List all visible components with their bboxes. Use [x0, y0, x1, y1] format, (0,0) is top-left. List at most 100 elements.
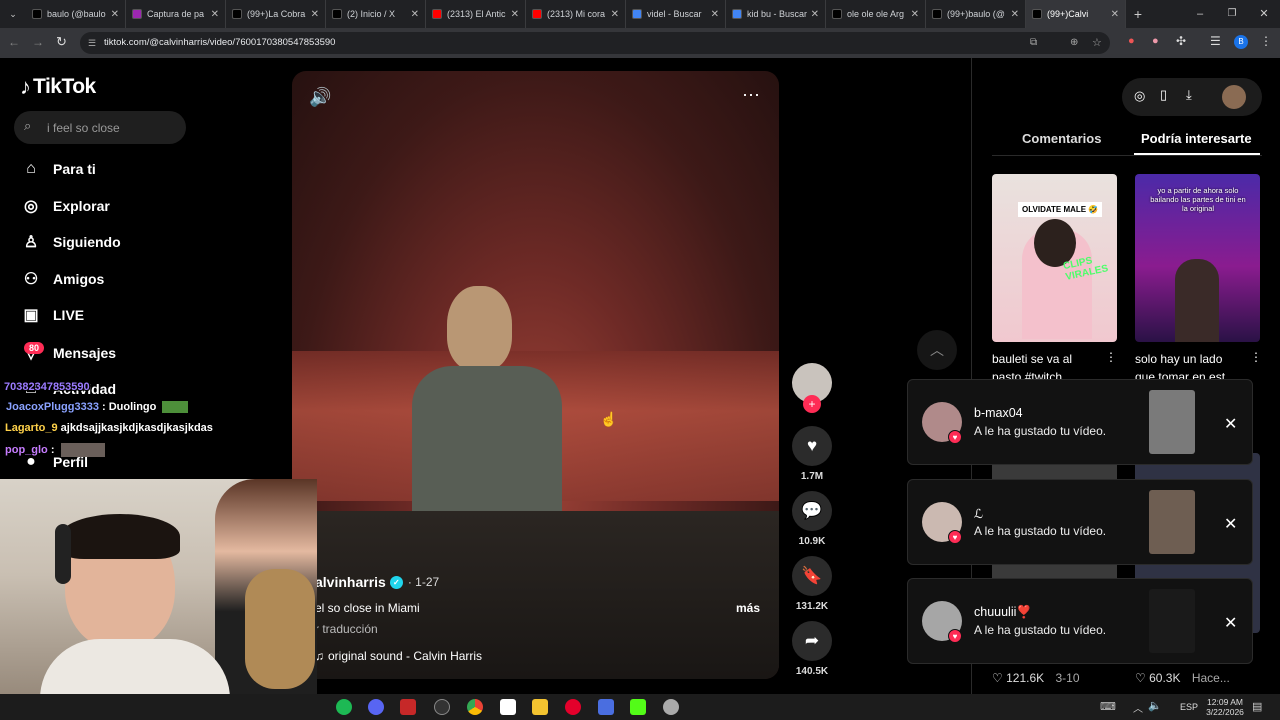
opera-icon[interactable] — [565, 699, 581, 715]
new-tab-button[interactable]: + — [1126, 0, 1150, 28]
nav-item-amigos[interactable]: ⚇ Amigos — [20, 268, 105, 290]
browser-tab[interactable]: (99+)Calvi ✕ — [1026, 0, 1126, 28]
nav-item-live[interactable]: ▣ LIVE — [20, 304, 84, 326]
tab-might-interest[interactable]: Podría interesarte — [1141, 131, 1252, 146]
tab-comments[interactable]: Comentarios — [1022, 131, 1101, 146]
recommended-video-2[interactable]: yo a partir de ahora solo bailando las p… — [1135, 174, 1260, 342]
close-icon[interactable]: ✕ — [1224, 414, 1237, 434]
obs-studio-icon[interactable] — [434, 699, 450, 715]
download-icon[interactable]: ⤓ — [1186, 87, 1192, 103]
tab-title: (2313) El Antic — [447, 9, 506, 19]
heart-outline-icon: ♡ — [1135, 671, 1146, 685]
search-input[interactable]: i feel so close — [47, 121, 120, 135]
discord-icon[interactable] — [368, 699, 384, 715]
like-button[interactable]: ♥ — [792, 426, 832, 466]
url-field[interactable]: ☰ tiktok.com/@calvinharris/video/7600170… — [80, 32, 1110, 54]
caption-more-link[interactable]: más — [736, 601, 760, 615]
like-notification[interactable]: ♥ b-max04 A le ha gustado tu vídeo. ✕ — [907, 379, 1253, 465]
tab-close-icon[interactable]: ✕ — [411, 9, 419, 20]
minimize-button[interactable]: – — [1184, 0, 1216, 28]
tab-close-icon[interactable]: ✕ — [711, 9, 719, 20]
obs-icon[interactable] — [400, 699, 416, 715]
app-icon-2[interactable] — [598, 699, 614, 715]
phone-icon[interactable]: ▯ — [1160, 87, 1167, 103]
close-window-button[interactable]: ✕ — [1248, 0, 1280, 28]
kick-icon[interactable] — [630, 699, 646, 715]
file-explorer-icon[interactable] — [532, 699, 548, 715]
follow-plus-icon[interactable]: + — [803, 395, 821, 413]
browser-tab[interactable]: (99+)La Cobra ✕ — [226, 0, 326, 28]
browser-tab[interactable]: videl - Buscar ✕ — [626, 0, 726, 28]
nav-item-siguiendo[interactable]: ♙ Siguiendo — [20, 231, 121, 253]
clock[interactable]: 12:09 AM 3/22/2026 — [1205, 697, 1245, 717]
browser-tab[interactable]: (2313) Mi cora ✕ — [526, 0, 626, 28]
tab-close-icon[interactable]: ✕ — [511, 9, 519, 20]
browser-menu-icon[interactable]: ⋮ — [1260, 34, 1272, 48]
browser-tab[interactable]: ole ole ole Arg ✕ — [826, 0, 926, 28]
save-button[interactable]: 🔖 — [792, 556, 832, 596]
tab-close-icon[interactable]: ✕ — [1111, 9, 1119, 20]
tab-close-icon[interactable]: ✕ — [611, 9, 619, 20]
reload-icon[interactable]: ↻ — [56, 34, 67, 50]
volume-tray-icon[interactable]: 🔈 — [1148, 699, 1162, 712]
video-player[interactable]: 🔊 ⋯ ☝ alvinharris ✓ · 1-27 el so close i… — [292, 71, 779, 679]
profile-avatar[interactable]: B — [1234, 35, 1248, 49]
tab-close-icon[interactable]: ✕ — [111, 9, 119, 20]
volume-icon[interactable]: 🔊 — [309, 87, 331, 108]
extensions-puzzle-icon[interactable]: ✣ — [1176, 34, 1186, 48]
comment-button[interactable]: 💬 — [792, 491, 832, 531]
more-options-icon[interactable]: ⋯ — [742, 85, 761, 106]
reading-list-icon[interactable]: ☰ — [1210, 34, 1221, 48]
language-indicator[interactable]: ESP — [1180, 702, 1198, 712]
tab-favicon-icon — [632, 9, 642, 19]
tiktok-logo[interactable]: ♪ TikTok — [20, 74, 96, 100]
scroll-up-button[interactable]: ︿ — [917, 330, 957, 370]
tab-close-icon[interactable]: ✕ — [311, 9, 319, 20]
tab-close-icon[interactable]: ✕ — [211, 9, 219, 20]
tab-close-icon[interactable]: ✕ — [1011, 9, 1019, 20]
tray-icon[interactable]: ⌨ — [1100, 700, 1116, 713]
video-options-icon-2[interactable]: ⋮ — [1250, 350, 1262, 364]
recommended-video-1[interactable]: OLVIDATE MALE 🤣 CLIPS VIRALES — [992, 174, 1117, 342]
notification-center-icon[interactable]: ▤ — [1252, 700, 1262, 713]
like-notification[interactable]: ♥ ℒ A le ha gustado tu vídeo. ✕ — [907, 479, 1253, 565]
browser-tab[interactable]: (99+)baulo (@ ✕ — [926, 0, 1026, 28]
close-icon[interactable]: ✕ — [1224, 613, 1237, 633]
see-translation-link[interactable]: r traducción — [315, 622, 775, 636]
spotify-icon[interactable] — [336, 699, 352, 715]
video-sound[interactable]: original sound - Calvin Harris — [328, 649, 482, 663]
app-icon[interactable] — [500, 699, 516, 715]
back-icon[interactable]: ← — [8, 35, 20, 49]
user-avatar[interactable] — [1222, 85, 1246, 109]
extension-icon[interactable]: ● — [1128, 35, 1135, 47]
search-box[interactable]: ⌕ i feel so close — [14, 111, 186, 144]
translate-icon[interactable]: ⧉ — [1030, 32, 1037, 54]
browser-tab[interactable]: kid bu - Buscar ✕ — [726, 0, 826, 28]
browser-tab[interactable]: baulo (@baulo ✕ — [26, 0, 126, 28]
close-icon[interactable]: ✕ — [1224, 514, 1237, 534]
nav-item-para-ti[interactable]: ⌂ Para ti — [20, 158, 96, 180]
tab-close-icon[interactable]: ✕ — [811, 9, 819, 20]
tab-close-icon[interactable]: ✕ — [911, 9, 919, 20]
tab-search-dropdown[interactable]: ⌄ — [0, 0, 26, 28]
zoom-icon[interactable]: ⊕ — [1070, 32, 1078, 54]
app-icon-3[interactable] — [663, 699, 679, 715]
tray-chevron-icon[interactable]: ︿ — [1133, 700, 1143, 715]
restore-button[interactable]: ❐ — [1216, 0, 1248, 28]
nav-label: Para ti — [53, 161, 96, 177]
author-avatar-action[interactable]: + — [792, 363, 832, 413]
bookmark-star-icon[interactable]: ☆ — [1092, 32, 1102, 54]
nav-item-explorar[interactable]: ◎ Explorar — [20, 195, 110, 217]
video-options-icon-1[interactable]: ⋮ — [1105, 350, 1117, 364]
browser-tab[interactable]: (2313) El Antic ✕ — [426, 0, 526, 28]
coin-icon[interactable]: ◎ — [1134, 88, 1145, 104]
site-info-icon[interactable]: ☰ — [88, 32, 96, 54]
video-author[interactable]: alvinharris — [315, 574, 386, 590]
chrome-icon[interactable] — [467, 699, 483, 715]
like-notification[interactable]: ♥ chuuulii❣️ A le ha gustado tu vídeo. ✕ — [907, 578, 1253, 664]
forward-icon[interactable]: → — [32, 35, 44, 49]
extension-icon-2[interactable]: ● — [1152, 35, 1159, 47]
share-button[interactable]: ➦ — [792, 621, 832, 661]
browser-tab[interactable]: (2) Inicio / X ✕ — [326, 0, 426, 28]
browser-tab[interactable]: Captura de pa ✕ — [126, 0, 226, 28]
